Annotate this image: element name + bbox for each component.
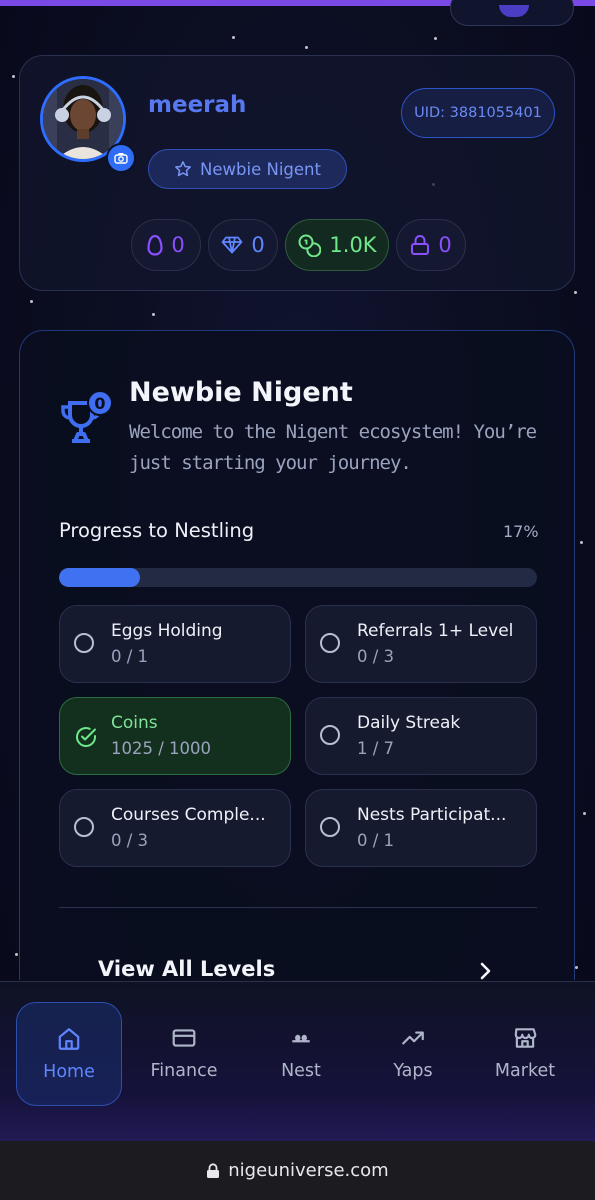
- requirement-name: Coins: [111, 713, 158, 733]
- lock-icon: [411, 235, 430, 255]
- incomplete-circle-icon: [320, 633, 340, 653]
- view-all-levels-link[interactable]: View All Levels: [98, 957, 275, 981]
- requirement-daily-streak[interactable]: Daily Streak 1 / 7: [305, 697, 537, 775]
- nav-home-label: Home: [43, 1062, 95, 1082]
- camera-icon: [114, 153, 128, 164]
- level-title: Newbie Nigent: [129, 377, 353, 408]
- requirement-courses[interactable]: Courses Comple... 0 / 3: [59, 789, 291, 867]
- progress-label: Progress to Nestling: [59, 519, 255, 542]
- nav-yaps[interactable]: Yaps: [361, 1002, 465, 1104]
- nav-yaps-label: Yaps: [393, 1061, 433, 1081]
- requirement-value: 0 / 3: [111, 831, 149, 850]
- requirement-value: 1025 / 1000: [111, 739, 212, 758]
- egg-icon: [147, 234, 163, 256]
- home-icon: [58, 1028, 80, 1050]
- requirement-value: 0 / 3: [357, 647, 395, 666]
- chevron-right-icon[interactable]: [478, 961, 494, 981]
- coins-stat[interactable]: 1.0K: [285, 219, 389, 271]
- star: [580, 541, 583, 544]
- star: [152, 313, 155, 316]
- card-icon: [172, 1029, 196, 1047]
- star-icon: [175, 161, 191, 177]
- star: [15, 953, 18, 956]
- requirement-name: Courses Comple...: [111, 805, 266, 825]
- trophy-icon: 0: [61, 390, 113, 443]
- coins-icon: [298, 234, 322, 257]
- requirement-name: Daily Streak: [357, 713, 461, 733]
- header-pill-dot: [499, 5, 529, 17]
- trend-icon: [402, 1031, 424, 1045]
- requirement-name: Referrals 1+ Level: [357, 621, 514, 641]
- profile-card: meerah UID: 3881055401 Newbie Nigent 0 0…: [19, 55, 575, 291]
- diamonds-stat[interactable]: 0: [208, 219, 278, 271]
- requirement-name: Eggs Holding: [111, 621, 223, 641]
- nav-finance[interactable]: Finance: [132, 1002, 236, 1104]
- requirement-value: 1 / 7: [357, 739, 395, 758]
- level-badge-label: Newbie Nigent: [200, 159, 321, 179]
- level-description: Welcome to the Nigent ecosystem! You’re …: [129, 421, 537, 474]
- locked-stat[interactable]: 0: [396, 219, 466, 271]
- lock-icon: [207, 1162, 220, 1178]
- requirement-value: 0 / 1: [111, 647, 149, 666]
- requirement-eggs-holding[interactable]: Eggs Holding 0 / 1: [59, 605, 291, 683]
- level-badge[interactable]: Newbie Nigent: [148, 149, 347, 189]
- incomplete-circle-icon: [320, 817, 340, 837]
- nav-home[interactable]: Home: [16, 1002, 122, 1106]
- star: [12, 75, 15, 78]
- incomplete-circle-icon: [74, 817, 94, 837]
- diamond-icon: [221, 236, 243, 254]
- progress-bar-fill: [59, 568, 141, 587]
- star: [575, 966, 578, 969]
- nest-icon: [292, 1034, 310, 1043]
- coins-value: 1.0K: [329, 233, 377, 257]
- requirement-value: 0 / 1: [357, 831, 395, 850]
- star: [232, 36, 235, 39]
- incomplete-circle-icon: [74, 633, 94, 653]
- bottom-navigation: Home Finance Nest Yaps Market: [0, 981, 595, 1142]
- requirement-referrals[interactable]: Referrals 1+ Level 0 / 3: [305, 605, 537, 683]
- progress-bar: [59, 568, 537, 587]
- requirement-name: Nests Participat...: [357, 805, 507, 825]
- star: [434, 37, 437, 40]
- level-card: 0 Newbie Nigent Welcome to the Nigent ec…: [19, 330, 575, 981]
- check-circle-icon: [76, 727, 96, 747]
- diamonds-value: 0: [251, 233, 265, 257]
- nav-nest[interactable]: Nest: [249, 1002, 353, 1104]
- progress-percent: 17%: [503, 522, 539, 541]
- requirement-coins[interactable]: Coins 1025 / 1000: [59, 697, 291, 775]
- star: [583, 812, 586, 815]
- store-icon: [514, 1028, 537, 1048]
- browser-url: nigeuniverse.com: [228, 1160, 389, 1181]
- nav-market-label: Market: [494, 1061, 556, 1081]
- username: meerah: [148, 92, 247, 118]
- star: [574, 291, 577, 294]
- requirement-nests[interactable]: Nests Participat... 0 / 1: [305, 789, 537, 867]
- eggs-value: 0: [171, 233, 185, 257]
- nav-nest-label: Nest: [281, 1061, 321, 1081]
- incomplete-circle-icon: [320, 725, 340, 745]
- browser-url-bar[interactable]: nigeuniverse.com: [0, 1141, 595, 1200]
- trophy-badge-number: 0: [94, 394, 105, 413]
- locked-value: 0: [438, 233, 452, 257]
- change-photo-button[interactable]: [106, 143, 136, 173]
- divider: [59, 907, 537, 908]
- star: [305, 46, 308, 49]
- star: [30, 300, 33, 303]
- eggs-stat[interactable]: 0: [131, 219, 201, 271]
- nav-finance-label: Finance: [150, 1061, 218, 1081]
- nav-market[interactable]: Market: [473, 1002, 577, 1104]
- uid-badge[interactable]: UID: 3881055401: [401, 88, 555, 138]
- header-pill-button[interactable]: [450, 0, 574, 26]
